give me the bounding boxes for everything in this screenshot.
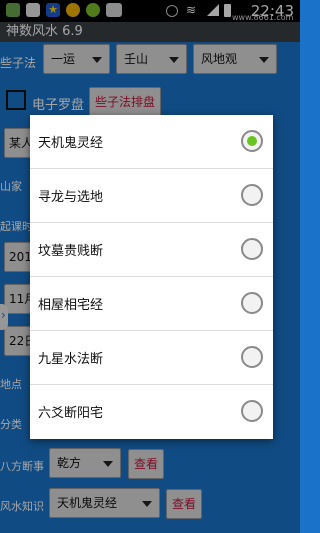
- option-liuyao[interactable]: 六爻断阳宅: [30, 385, 273, 439]
- option-label: 坟墓贵贱断: [38, 244, 104, 259]
- option-tianji[interactable]: 天机鬼灵经: [30, 115, 273, 169]
- option-fenmu[interactable]: 坟墓贵贱断: [30, 223, 273, 277]
- option-label: 天机鬼灵经: [38, 136, 104, 151]
- option-label: 相屋相宅经: [38, 298, 104, 313]
- option-xiangwu[interactable]: 相屋相宅经: [30, 277, 273, 331]
- option-label: 六爻断阳宅: [38, 406, 104, 421]
- option-jiuxing[interactable]: 九星水法断: [30, 331, 273, 385]
- radio-selected-icon[interactable]: [241, 130, 263, 152]
- fengshui-options-dialog: 天机鬼灵经 寻龙与选地 坟墓贵贱断 相屋相宅经 九星水法断 六爻断阳宅: [30, 115, 273, 439]
- option-label: 寻龙与选地: [38, 190, 104, 205]
- option-label: 九星水法断: [38, 352, 104, 367]
- radio-icon[interactable]: [241, 346, 263, 368]
- radio-icon[interactable]: [241, 400, 263, 422]
- radio-icon[interactable]: [241, 238, 263, 260]
- option-xunlong[interactable]: 寻龙与选地: [30, 169, 273, 223]
- radio-icon[interactable]: [241, 184, 263, 206]
- radio-icon[interactable]: [241, 292, 263, 314]
